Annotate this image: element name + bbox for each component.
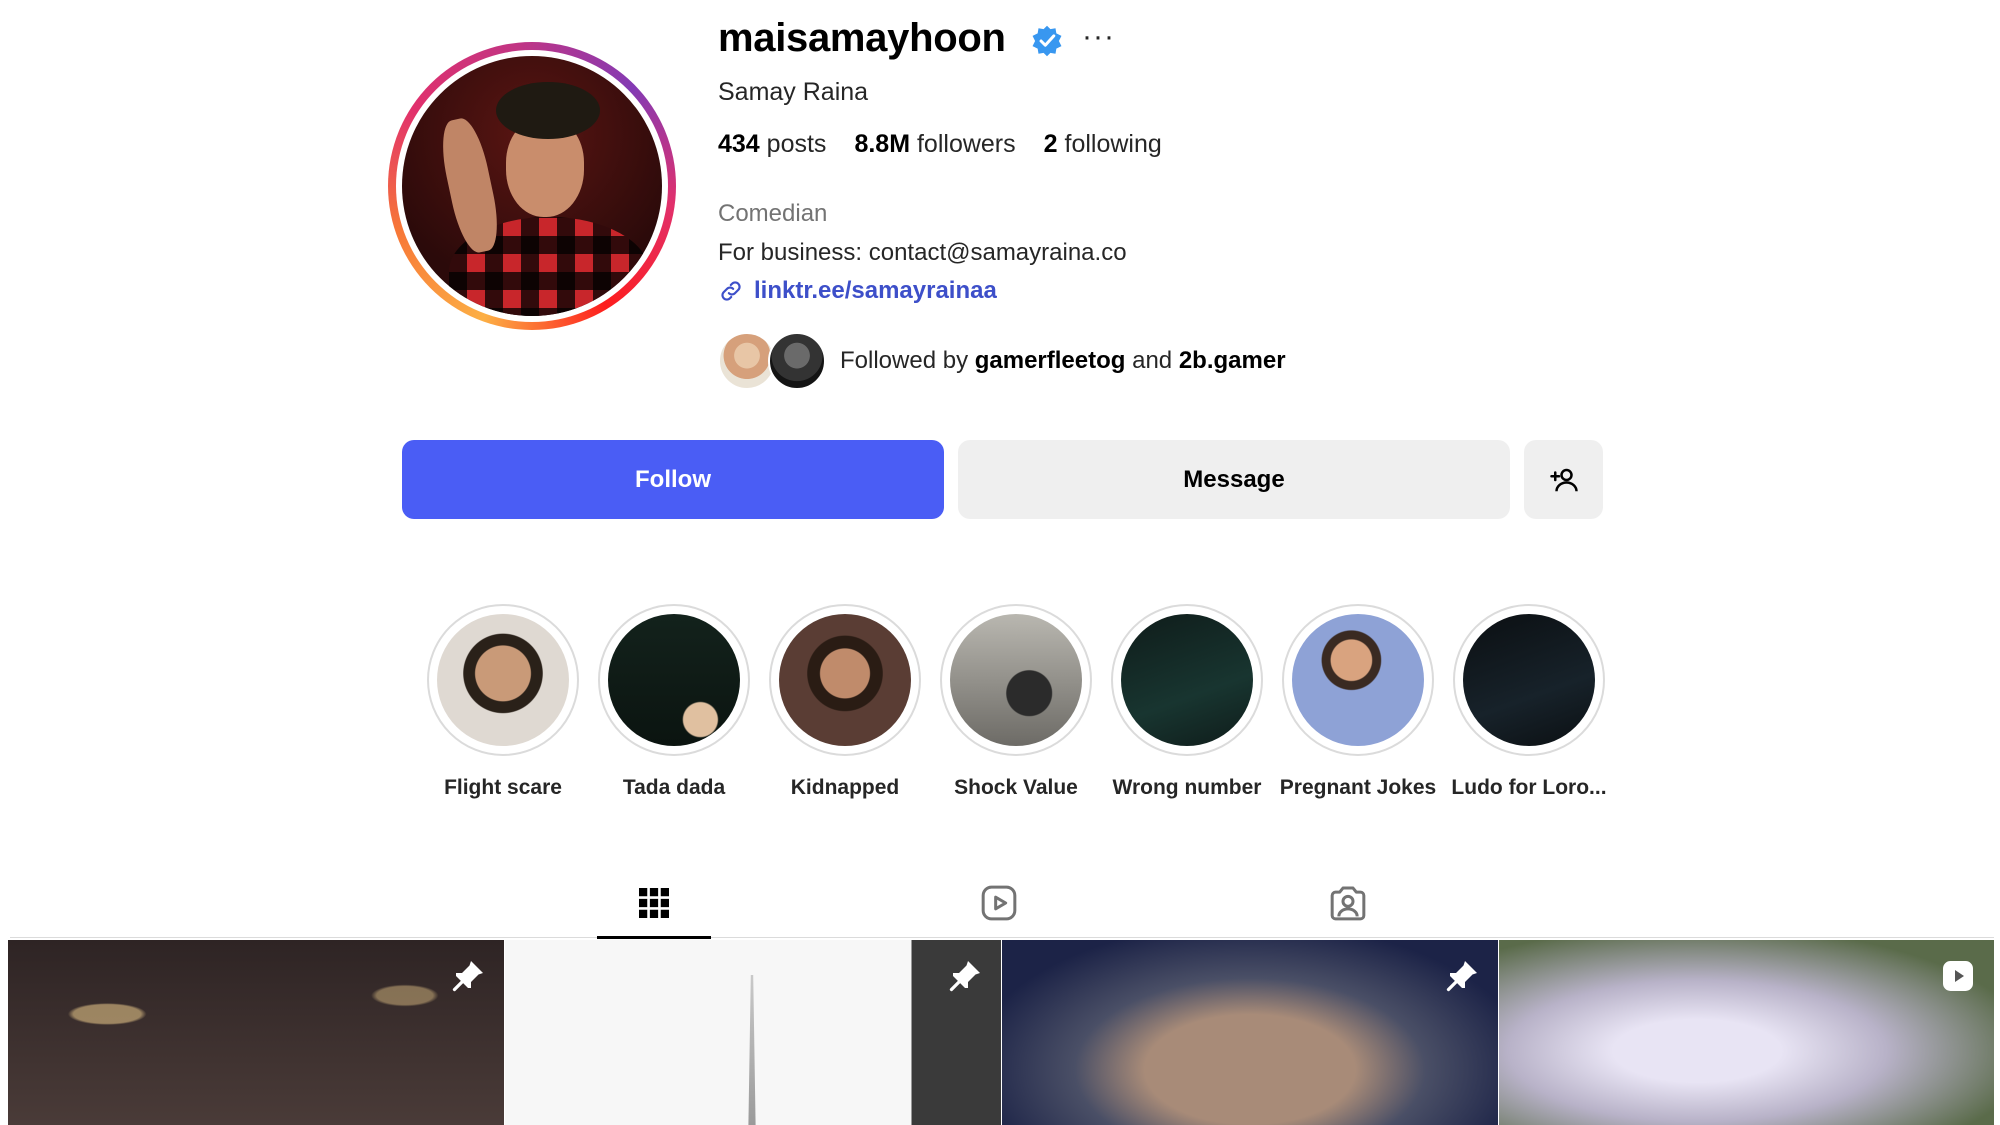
posts-stat: 434 posts <box>718 130 826 159</box>
highlight-ring <box>1282 604 1434 756</box>
reels-icon <box>981 885 1017 921</box>
posts-count: 434 <box>718 130 760 158</box>
highlight-label: Kidnapped <box>790 776 900 799</box>
highlight-item[interactable]: Flight scare <box>423 604 583 800</box>
highlight-label: Flight scare <box>444 776 562 799</box>
suggested-users-button[interactable] <box>1524 440 1603 519</box>
highlight-ring <box>1111 604 1263 756</box>
profile-category: Comedian <box>718 200 828 227</box>
post-thumbnail[interactable] <box>505 940 1001 1125</box>
tagged-icon <box>1330 886 1366 921</box>
following-count: 2 <box>1043 130 1058 158</box>
followers-stat[interactable]: 8.8M followers <box>854 130 1015 159</box>
profile-avatar[interactable] <box>388 42 676 330</box>
reel-icon <box>1943 961 1973 991</box>
highlight-label: Pregnant Jokes <box>1279 776 1437 799</box>
highlight-ring <box>769 604 921 756</box>
tab-posts[interactable] <box>597 870 711 939</box>
more-options-icon[interactable]: ··· <box>1082 20 1115 54</box>
verified-badge-icon <box>1032 25 1062 57</box>
posts-label: posts <box>766 130 827 158</box>
followed-by-joiner: and <box>1132 347 1173 374</box>
followers-count: 8.8M <box>854 130 911 158</box>
avatar-border <box>396 50 668 322</box>
tabs-divider <box>10 937 1994 938</box>
tab-tagged[interactable] <box>1291 870 1405 936</box>
add-person-icon <box>1549 468 1578 491</box>
grid-icon <box>639 888 669 918</box>
highlight-label: Tada dada <box>622 776 726 799</box>
follower-avatar <box>768 332 826 390</box>
highlight-label: Shock Value <box>954 776 1078 799</box>
profile-stats: 434 posts 8.8M followers 2 following <box>718 130 1162 159</box>
mutual-follower-2[interactable]: 2b.gamer <box>1179 347 1286 374</box>
username: maisamayhoon <box>718 16 1006 60</box>
avatar-photo <box>402 56 662 316</box>
highlight-ring <box>427 604 579 756</box>
post-thumbnail[interactable] <box>1499 940 1994 1125</box>
bio-link[interactable]: linktr.ee/samayrainaa <box>718 277 997 305</box>
following-stat[interactable]: 2 following <box>1044 130 1162 159</box>
highlight-item[interactable]: Kidnapped <box>765 604 925 800</box>
message-button[interactable]: Message <box>958 440 1510 519</box>
followed-by[interactable]: Followed by gamerfleetog and 2b.gamer <box>718 332 1286 390</box>
bio-text: For business: contact@samayraina.co <box>718 239 1127 266</box>
highlight-label: Ludo for Loro... <box>1451 776 1607 799</box>
highlight-item[interactable]: Shock Value <box>936 604 1096 800</box>
highlight-ring <box>1453 604 1605 756</box>
full-name: Samay Raina <box>718 78 869 106</box>
pin-icon <box>1446 961 1477 992</box>
highlight-label: Wrong number <box>1112 776 1262 799</box>
post-thumbnail[interactable] <box>8 940 504 1125</box>
highlight-item[interactable]: Wrong number <box>1107 604 1267 800</box>
highlight-item[interactable]: Pregnant Jokes <box>1278 604 1438 800</box>
highlight-ring <box>598 604 750 756</box>
highlight-cover <box>950 614 1082 746</box>
highlight-item[interactable]: Tada dada <box>594 604 754 800</box>
highlight-cover <box>1463 614 1595 746</box>
pin-icon <box>949 961 980 992</box>
followers-label: followers <box>916 130 1016 158</box>
highlight-item[interactable]: Ludo for Loro... <box>1449 604 1609 800</box>
highlight-cover <box>608 614 740 746</box>
pin-icon <box>452 961 483 992</box>
followed-by-prefix: Followed by <box>840 347 969 374</box>
mutual-follower-1[interactable]: gamerfleetog <box>975 347 1126 374</box>
link-text[interactable]: linktr.ee/samayrainaa <box>754 277 997 305</box>
avatar-arm <box>435 115 504 257</box>
highlight-cover <box>437 614 569 746</box>
avatar-hair <box>495 82 600 140</box>
link-icon <box>721 281 741 301</box>
highlight-cover <box>779 614 911 746</box>
follow-button[interactable]: Follow <box>402 440 944 519</box>
tower-graphic <box>748 975 756 1125</box>
followed-by-text: Followed by gamerfleetog and 2b.gamer <box>840 347 1286 375</box>
highlight-cover <box>1292 614 1424 746</box>
highlight-cover <box>1121 614 1253 746</box>
highlight-ring <box>940 604 1092 756</box>
post-thumbnail[interactable] <box>1002 940 1498 1125</box>
tab-reels[interactable] <box>942 870 1056 936</box>
following-label: following <box>1064 130 1162 158</box>
